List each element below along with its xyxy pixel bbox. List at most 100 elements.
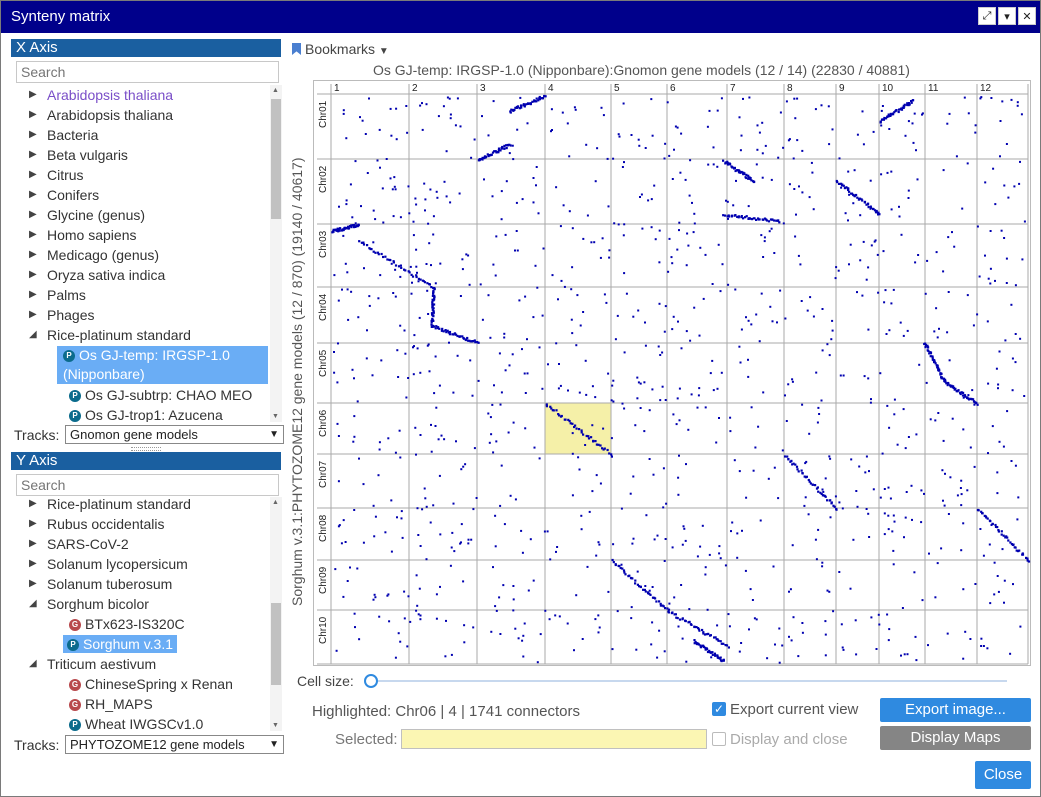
connector-dot	[612, 543, 615, 546]
caret-right-icon[interactable]: ▶	[29, 305, 37, 325]
x-tree-item[interactable]: ▶ Conifers	[29, 185, 99, 205]
synteny-dot	[991, 522, 994, 526]
x-tree-item[interactable]: ▶ Beta vulgaris	[29, 145, 128, 165]
caret-right-icon[interactable]: ▶	[29, 554, 37, 574]
panel-resize-handle[interactable]	[131, 447, 161, 451]
connector-dot	[883, 512, 886, 515]
scroll-down-icon[interactable]: ▼	[272, 722, 279, 729]
synteny-matrix-plot[interactable]: 1 2 3 4 5 6 7 8 9 10 11 12Chr01Chr02Chr03Chr04Chr05…	[313, 80, 1031, 666]
connector-dot	[938, 327, 940, 330]
x-tree-item[interactable]: ▶ Citrus	[29, 165, 84, 185]
y-tree-item[interactable]: ◢ Triticum aestivum	[29, 654, 156, 674]
connector-dot	[664, 142, 667, 145]
export-current-view-checkbox[interactable]: ✓	[712, 702, 726, 716]
connector-dot	[477, 379, 480, 382]
x-tree-item[interactable]: ▶ Palms	[29, 285, 86, 305]
x-tree-item[interactable]: ▶ Arabidopsis thaliana	[29, 85, 173, 105]
y-tree-item[interactable]: ▶ Rice-platinum standard	[29, 497, 191, 514]
connector-dot	[942, 499, 944, 502]
y-tree-item[interactable]: P Sorghum v.3.1	[63, 634, 178, 654]
connector-dot	[778, 661, 781, 664]
close-icon[interactable]: ✕	[1018, 7, 1036, 25]
connector-dot	[542, 247, 545, 250]
caret-right-icon[interactable]: ▶	[29, 105, 37, 125]
connector-dot	[943, 504, 946, 507]
close-button[interactable]: Close	[975, 761, 1031, 789]
caret-right-icon[interactable]: ▶	[29, 225, 37, 245]
x-tree-item[interactable]: ▶ Phages	[29, 305, 94, 325]
scroll-thumb[interactable]	[271, 99, 281, 219]
y-tree-item[interactable]: ▶ Solanum tuberosum	[29, 574, 172, 594]
y-axis-tree-scrollbar[interactable]: ▲ ▼	[270, 497, 282, 731]
g-badge-icon: G	[69, 679, 81, 692]
connector-dot	[571, 432, 574, 435]
caret-right-icon[interactable]: ▶	[29, 205, 37, 225]
connector-dot	[769, 305, 772, 308]
x-tracks-select[interactable]: Gnomon gene models ▼	[65, 425, 284, 444]
x-tree-item[interactable]: ◢ Rice-platinum standard	[29, 325, 191, 345]
caret-right-icon[interactable]: ▶	[29, 574, 37, 594]
x-tree-selected-item[interactable]: P Os GJ-temp: IRGSP-1.0 (Nipponbare)	[57, 346, 268, 384]
expand-icon[interactable]: ⤢	[978, 7, 996, 25]
y-tracks-select[interactable]: PHYTOZOME12 gene models ▼	[65, 735, 284, 754]
y-tree-item[interactable]: ▶ SARS-CoV-2	[29, 534, 129, 554]
caret-right-icon[interactable]: ▶	[29, 497, 37, 514]
caret-right-icon[interactable]: ▶	[29, 165, 37, 185]
connector-dot	[492, 451, 495, 454]
y-tree-item[interactable]: ◢ Sorghum bicolor	[29, 594, 149, 614]
caret-right-icon[interactable]: ▶	[29, 514, 37, 534]
x-tree-item[interactable]: ▶ Glycine (genus)	[29, 205, 145, 225]
caret-right-icon[interactable]: ▶	[29, 245, 37, 265]
y-tree-item[interactable]: G RH_MAPS	[69, 694, 153, 714]
connector-dot	[562, 204, 565, 207]
x-tree-item[interactable]: ▶ Medicago (genus)	[29, 245, 159, 265]
x-tree-item[interactable]: ▶ Bacteria	[29, 125, 98, 145]
y-tree-item[interactable]: ▶ Solanum lycopersicum	[29, 554, 188, 574]
synteny-dot	[784, 455, 787, 458]
caret-down-icon[interactable]: ◢	[29, 594, 37, 614]
display-maps-button[interactable]: Display Maps	[880, 726, 1031, 750]
minimize-icon[interactable]: ▾	[998, 7, 1016, 25]
cell-size-slider-track[interactable]	[370, 680, 1007, 682]
x-tree-child-item[interactable]: P Os GJ-subtrp: CHAO MEO	[69, 385, 252, 405]
x-tree-child-item[interactable]: P Os GJ-trop1: Azucena	[69, 405, 223, 422]
connector-dot	[883, 533, 886, 536]
x-axis-tree-scrollbar[interactable]: ▲ ▼	[270, 85, 282, 422]
caret-right-icon[interactable]: ▶	[29, 125, 37, 145]
scroll-down-icon[interactable]: ▼	[272, 413, 279, 420]
export-image-button[interactable]: Export image...	[880, 698, 1031, 722]
selected-field[interactable]	[401, 729, 707, 749]
connector-dot	[987, 452, 989, 455]
y-tree-item[interactable]: P Wheat IWGSCv1.0	[69, 714, 203, 731]
synteny-dot	[861, 199, 864, 202]
connector-dot	[350, 290, 353, 293]
caret-right-icon[interactable]: ▶	[29, 85, 37, 105]
y-axis-search-input[interactable]	[16, 474, 279, 496]
bookmarks-dropdown[interactable]: Bookmarks ▼	[292, 41, 389, 57]
display-and-close-checkbox[interactable]	[712, 732, 726, 746]
connector-dot	[803, 504, 806, 507]
connector-dot	[595, 554, 598, 557]
cell-size-slider-handle[interactable]	[364, 674, 378, 688]
scroll-up-icon[interactable]: ▲	[272, 87, 279, 94]
y-tree-item[interactable]: ▶ Rubus occidentalis	[29, 514, 165, 534]
caret-down-icon[interactable]: ◢	[29, 654, 37, 674]
y-tree-item[interactable]: G BTx623-IS320C	[69, 614, 185, 634]
caret-right-icon[interactable]: ▶	[29, 265, 37, 285]
x-tree-item[interactable]: ▶ Homo sapiens	[29, 225, 137, 245]
scroll-thumb[interactable]	[271, 603, 281, 685]
x-tree-item[interactable]: ▶ Oryza sativa indica	[29, 265, 165, 285]
title-bar[interactable]: Synteny matrix ⤢ ▾ ✕	[1, 1, 1040, 33]
caret-down-icon[interactable]: ◢	[29, 325, 37, 345]
connector-dot	[759, 519, 762, 522]
scroll-up-icon[interactable]: ▲	[272, 499, 279, 506]
caret-right-icon[interactable]: ▶	[29, 285, 37, 305]
caret-right-icon[interactable]: ▶	[29, 534, 37, 554]
caret-right-icon[interactable]: ▶	[29, 185, 37, 205]
x-tree-item[interactable]: ▶ Arabidopsis thaliana	[29, 105, 173, 125]
connector-dot	[878, 623, 881, 626]
connector-dot	[778, 627, 781, 630]
caret-right-icon[interactable]: ▶	[29, 145, 37, 165]
y-tree-item[interactable]: G ChineseSpring x Renan	[69, 674, 233, 694]
x-axis-search-input[interactable]	[16, 61, 279, 83]
